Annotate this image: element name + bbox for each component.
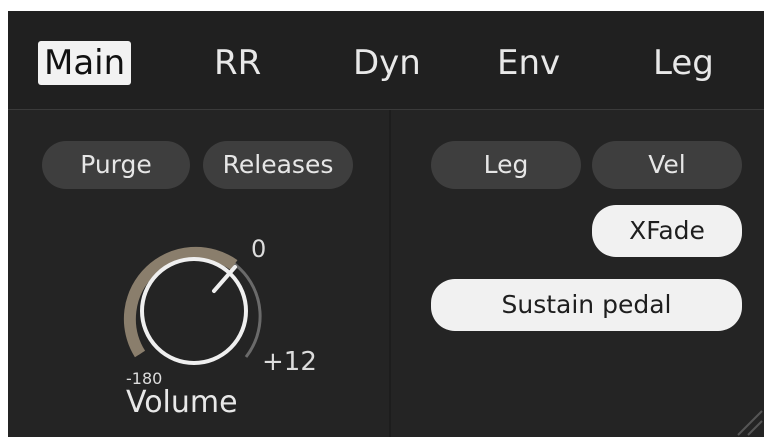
tab-bar: Main RR Dyn Env Leg [8,11,764,109]
xfade-button[interactable]: XFade [592,205,742,257]
tab-leg[interactable]: Leg [653,41,714,85]
purge-button[interactable]: Purge [42,141,190,189]
tab-env[interactable]: Env [497,41,560,85]
volume-label: Volume [126,385,238,420]
tab-separator [8,109,764,110]
tab-rr[interactable]: RR [214,41,261,85]
tab-main[interactable]: Main [38,41,132,85]
volume-current-label: 0 [251,235,267,263]
resize-handle-icon[interactable] [724,397,764,437]
vel-button[interactable]: Vel [592,141,742,189]
instrument-panel: Main RR Dyn Env Leg Purge Releases 0 +12… [8,11,764,437]
sustain-pedal-button[interactable]: Sustain pedal [431,279,742,331]
section-divider [389,110,391,437]
tab-dyn[interactable]: Dyn [353,41,421,85]
leg-button[interactable]: Leg [431,141,581,189]
volume-max-label: +12 [262,347,317,377]
releases-button[interactable]: Releases [203,141,353,189]
